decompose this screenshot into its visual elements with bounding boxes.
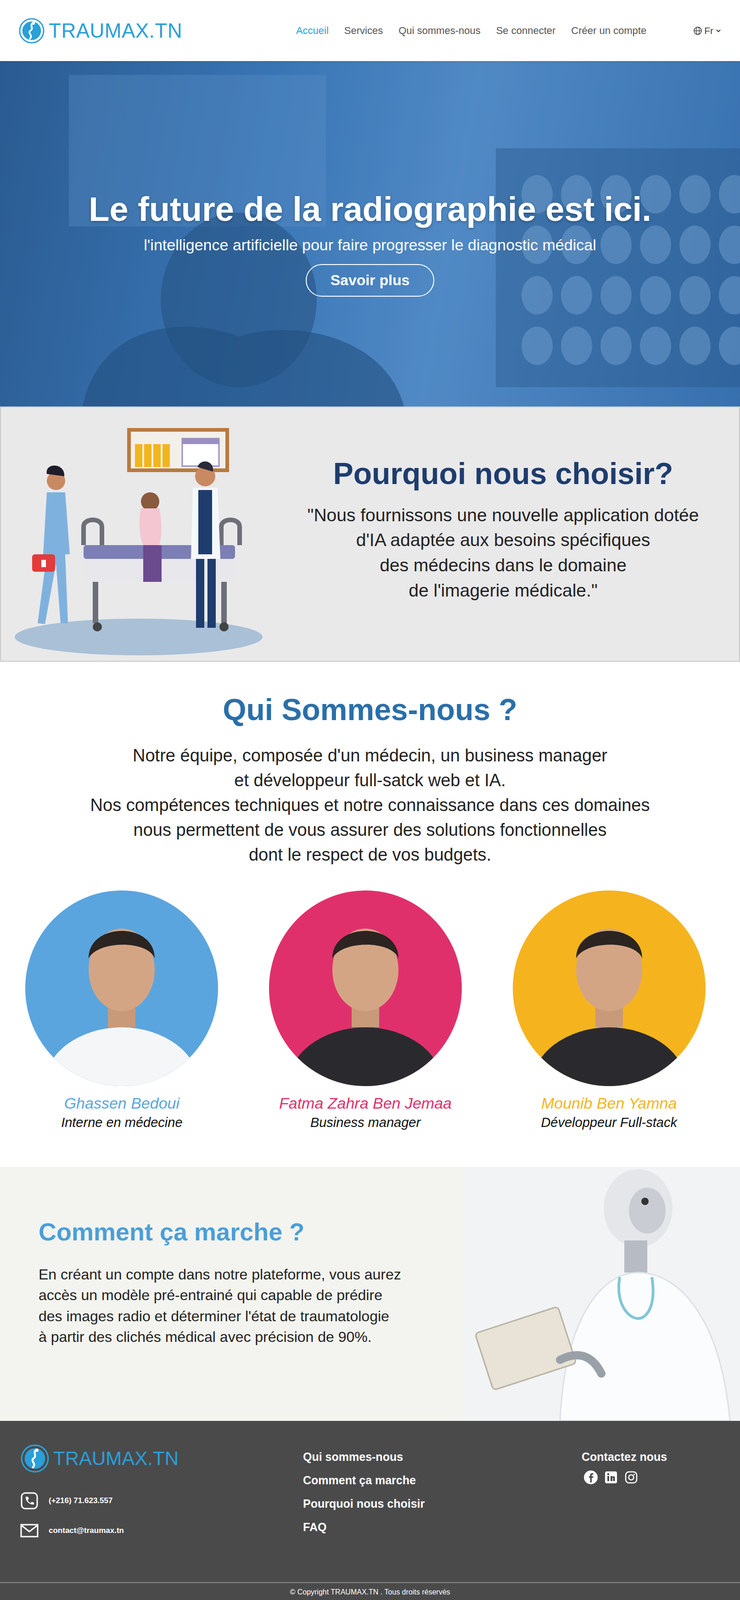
member-name: Mounib Ben Yamna xyxy=(541,1093,678,1112)
nav-link[interactable]: Créer un compte xyxy=(570,22,648,40)
why-illustration xyxy=(0,407,268,661)
footer-phone: (+216) 71.623.557 xyxy=(20,1491,303,1510)
team-member: Ghassen Bedoui Interne en médecine xyxy=(0,889,244,1130)
team-member: Fatma Zahra Ben Jemaa Business manager xyxy=(243,889,488,1130)
why-quote-line: d'IA adaptée aux besoins spécifiques xyxy=(356,527,651,553)
why-choose-us-section: Pourquoi nous choisir? "Nous fournissons … xyxy=(0,406,740,662)
nav-links: Accueil Services Qui sommes-nous Se connect… xyxy=(295,22,648,40)
how-title: Comment ça marche ? xyxy=(38,1216,446,1246)
team-member: Mounib Ben Yamna Développeur Full-stack xyxy=(487,889,731,1130)
chevron-down-icon xyxy=(715,27,722,34)
footer-link[interactable]: FAQ xyxy=(302,1519,582,1534)
member-name: Fatma Zahra Ben Jemaa xyxy=(279,1093,452,1112)
how-it-works-section: Comment ça marche ? En créant un compte d… xyxy=(0,1166,740,1421)
how-image xyxy=(463,1166,740,1421)
social-links xyxy=(581,1469,740,1485)
about-title: Qui Sommes-nous ? xyxy=(222,691,518,727)
mail-icon xyxy=(20,1523,39,1537)
how-text: Comment ça marche ? En créant un compte d… xyxy=(0,1166,464,1421)
hero-title: Le future de la radiographie est ici. xyxy=(88,189,651,229)
phone-number: (+216) 71.623.557 xyxy=(48,1495,113,1505)
language-selector[interactable]: Fr xyxy=(693,25,722,37)
about-line: nous permettent de vous assurer des solu… xyxy=(133,817,607,843)
hero-banner: Le future de la radiographie est ici. l'i… xyxy=(0,61,740,407)
medical-team-illustration xyxy=(0,407,268,661)
why-title: Pourquoi nous choisir? xyxy=(333,455,674,491)
logo-text: TRAUMAX.TN xyxy=(48,19,183,43)
hero-subtitle: l'intelligence artificielle pour faire p… xyxy=(143,235,596,254)
footer-bottom: © Copyright TRAUMAX.TN . Tous droits rés… xyxy=(0,1581,740,1600)
member-role: Business manager xyxy=(310,1114,421,1130)
why-quote-line: des médecins dans le domaine xyxy=(379,552,627,578)
footer-social-column: Contactez nous xyxy=(581,1443,740,1582)
footer-contact-column: TRAUMAX.TN (+216) 71.623.557 contact@traum… xyxy=(20,1443,303,1582)
team-photo xyxy=(268,889,463,1087)
footer: TRAUMAX.TN (+216) 71.623.557 contact@traum… xyxy=(0,1420,740,1600)
about-line: et développeur full-satck web et IA. xyxy=(234,768,506,793)
member-name: Ghassen Bedoui xyxy=(64,1093,180,1112)
footer-link[interactable]: Qui sommes-nous xyxy=(302,1449,582,1464)
footer-logo[interactable]: TRAUMAX.TN xyxy=(20,1443,303,1473)
linkedin-icon[interactable] xyxy=(603,1469,619,1485)
facebook-icon[interactable] xyxy=(583,1469,599,1485)
member-role: Interne en médecine xyxy=(61,1114,183,1130)
hero-photo xyxy=(0,61,740,407)
nav-link[interactable]: Qui sommes-nous xyxy=(397,22,482,40)
member-role: Développeur Full-stack xyxy=(540,1114,678,1130)
footer-links: Qui sommes-nous Comment ça marche Pourquoi… xyxy=(302,1443,582,1582)
globe-icon xyxy=(693,26,703,36)
about-line: dont le respect de vos budgets. xyxy=(248,842,492,868)
how-line: En créant un compte dans notre plateform… xyxy=(38,1263,446,1285)
how-line: accès un modèle pré-entrainé qui capable… xyxy=(38,1284,446,1306)
footer-main: TRAUMAX.TN (+216) 71.623.557 contact@traum… xyxy=(0,1420,740,1582)
copyright: © Copyright TRAUMAX.TN . Tous droits rés… xyxy=(289,1587,450,1596)
contact-title: Contactez nous xyxy=(581,1449,740,1464)
robot-doctor-image xyxy=(463,1166,740,1421)
why-quote-line: "Nous fournissons une nouvelle applicati… xyxy=(307,502,700,528)
footer-email: contact@traumax.tn xyxy=(20,1523,303,1537)
team-photo xyxy=(24,889,219,1087)
nav-link[interactable]: Services xyxy=(343,22,384,40)
how-line: à partir des clichés médical avec précis… xyxy=(38,1326,446,1347)
instagram-icon[interactable] xyxy=(623,1469,639,1485)
language-label: Fr xyxy=(704,25,714,37)
footer-link[interactable]: Pourquoi nous choisir xyxy=(302,1496,582,1510)
logo-icon xyxy=(20,1443,50,1473)
nav-link[interactable]: Accueil xyxy=(295,22,330,40)
logo-icon xyxy=(18,17,45,45)
about-line: Nos compétences techniques et notre conn… xyxy=(90,792,651,818)
nav-link[interactable]: Se connecter xyxy=(495,22,557,40)
navbar: TRAUMAX.TN Accueil Services Qui sommes-nous… xyxy=(0,0,740,62)
how-line: des images radio et déterminer l'état de… xyxy=(38,1305,446,1327)
about-section: Qui Sommes-nous ? Notre équipe, composée … xyxy=(0,661,740,1167)
phone-icon xyxy=(20,1491,39,1510)
about-line: Notre équipe, composée d'un médecin, un … xyxy=(132,743,608,769)
footer-link[interactable]: Comment ça marche xyxy=(302,1473,582,1487)
logo[interactable]: TRAUMAX.TN xyxy=(18,17,183,45)
why-quote-line: de l'imagerie médicale." xyxy=(408,577,598,604)
hero-content: Le future de la radiographie est ici. l'i… xyxy=(88,171,651,297)
email-address: contact@traumax.tn xyxy=(48,1525,124,1535)
team-photo xyxy=(511,889,707,1087)
footer-logo-text: TRAUMAX.TN xyxy=(53,1446,179,1469)
learn-more-button[interactable]: Savoir plus xyxy=(305,263,435,297)
why-text: Pourquoi nous choisir? "Nous fournissons … xyxy=(267,407,740,661)
team-list: Ghassen Bedoui Interne en médecine Fatma Z… xyxy=(0,867,740,1130)
